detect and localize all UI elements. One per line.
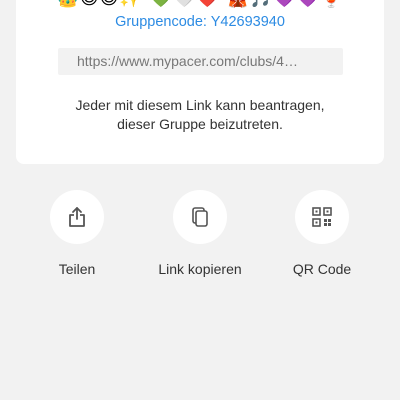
qr-code-button-circle[interactable] — [295, 190, 349, 244]
share-button-circle[interactable] — [50, 190, 104, 244]
qr-code-label: QR Code — [292, 261, 352, 277]
copy-link-label: Link kopieren — [158, 261, 242, 277]
share-icon — [69, 207, 85, 227]
invite-description-line1: Jeder mit diesem Link kann beantragen, — [75, 97, 325, 113]
invite-link-field[interactable]: https://www.mypacer.com/clubs/4… — [58, 48, 343, 75]
invite-description: Jeder mit diesem Link kann beantragen, d… — [16, 96, 384, 134]
copy-link-button-circle[interactable] — [173, 190, 227, 244]
invite-description-line2: dieser Gruppe beizutreten. — [117, 116, 283, 132]
group-code: Gruppencode: Y42693940 — [115, 14, 285, 30]
copy-link-button[interactable]: Link kopieren — [140, 190, 260, 278]
qr-code-button[interactable]: QR Code — [262, 190, 382, 278]
group-emoji-strip: 👑😊😊✨ 💚🤍❤️ 🎪🎵💜💜🍹 — [16, 0, 384, 10]
copy-icon — [192, 207, 208, 227]
share-label: Teilen — [58, 261, 96, 277]
qr-code-icon — [312, 207, 332, 227]
share-card: 👑😊😊✨ 💚🤍❤️ 🎪🎵💜💜🍹 Gruppencode: Y42693940 h… — [16, 0, 384, 164]
share-button[interactable]: Teilen — [17, 190, 137, 278]
